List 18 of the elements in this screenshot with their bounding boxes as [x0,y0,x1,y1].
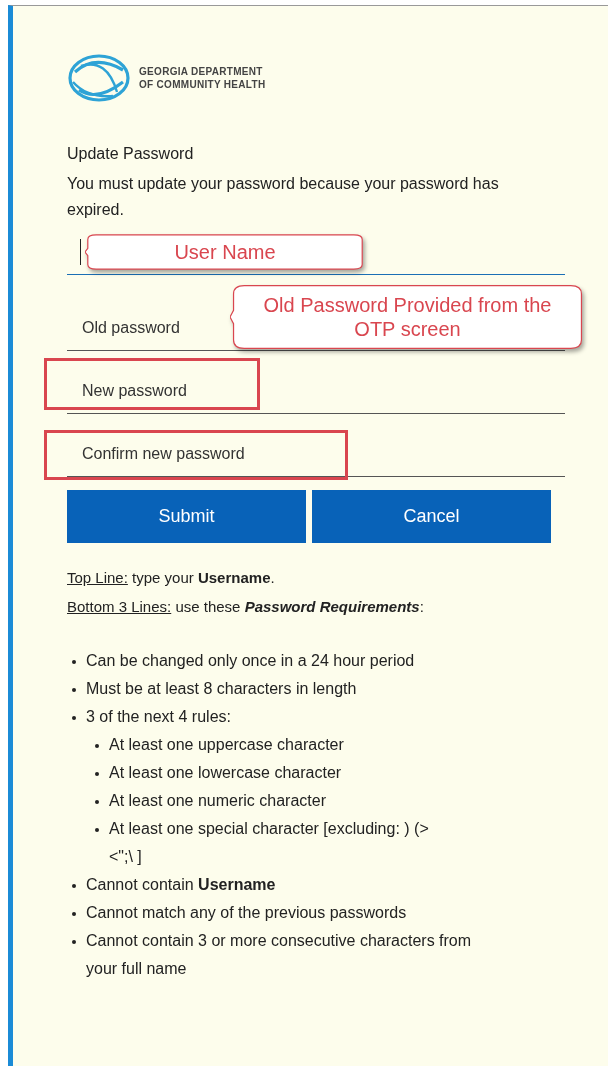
requirement-text: 3 of the next 4 rules: [86,707,232,727]
organization-name: GEORGIA DEPARTMENT [139,66,264,77]
expired-message: You must update your password because your password has expired. [67,174,500,220]
requirement-text: Cannot contain 3 or more consecutive characters from your full name [86,931,473,979]
requirement-text: Cannot contain Username [86,875,277,895]
requirement-text: Can be changed only once in a 24 hour period [86,651,416,671]
organization-name: OF COMMUNITY HEALTH [139,79,266,90]
requirement-text: Cannot match any of the previous passwords [86,903,408,923]
form-heading: Update Password [67,144,195,164]
instruction-text: Bottom 3 Lines: use these Password Requirements: [67,597,425,617]
instruction-text: Top Line: type your Username. [67,568,276,588]
requirement-text: At least one numeric character [109,791,327,811]
requirement-text: Must be at least 8 characters in length [86,679,358,699]
annotation-tooltip: User Name [85,234,365,270]
requirement-text: At least one lowercase character [109,763,343,783]
requirement-text: At least one special character [excluding: ) (> <";\ ] [109,819,430,867]
annotation-tooltip: Old Password Provided from the OTP screen [230,284,585,350]
requirement-text: At least one uppercase character [109,735,345,755]
